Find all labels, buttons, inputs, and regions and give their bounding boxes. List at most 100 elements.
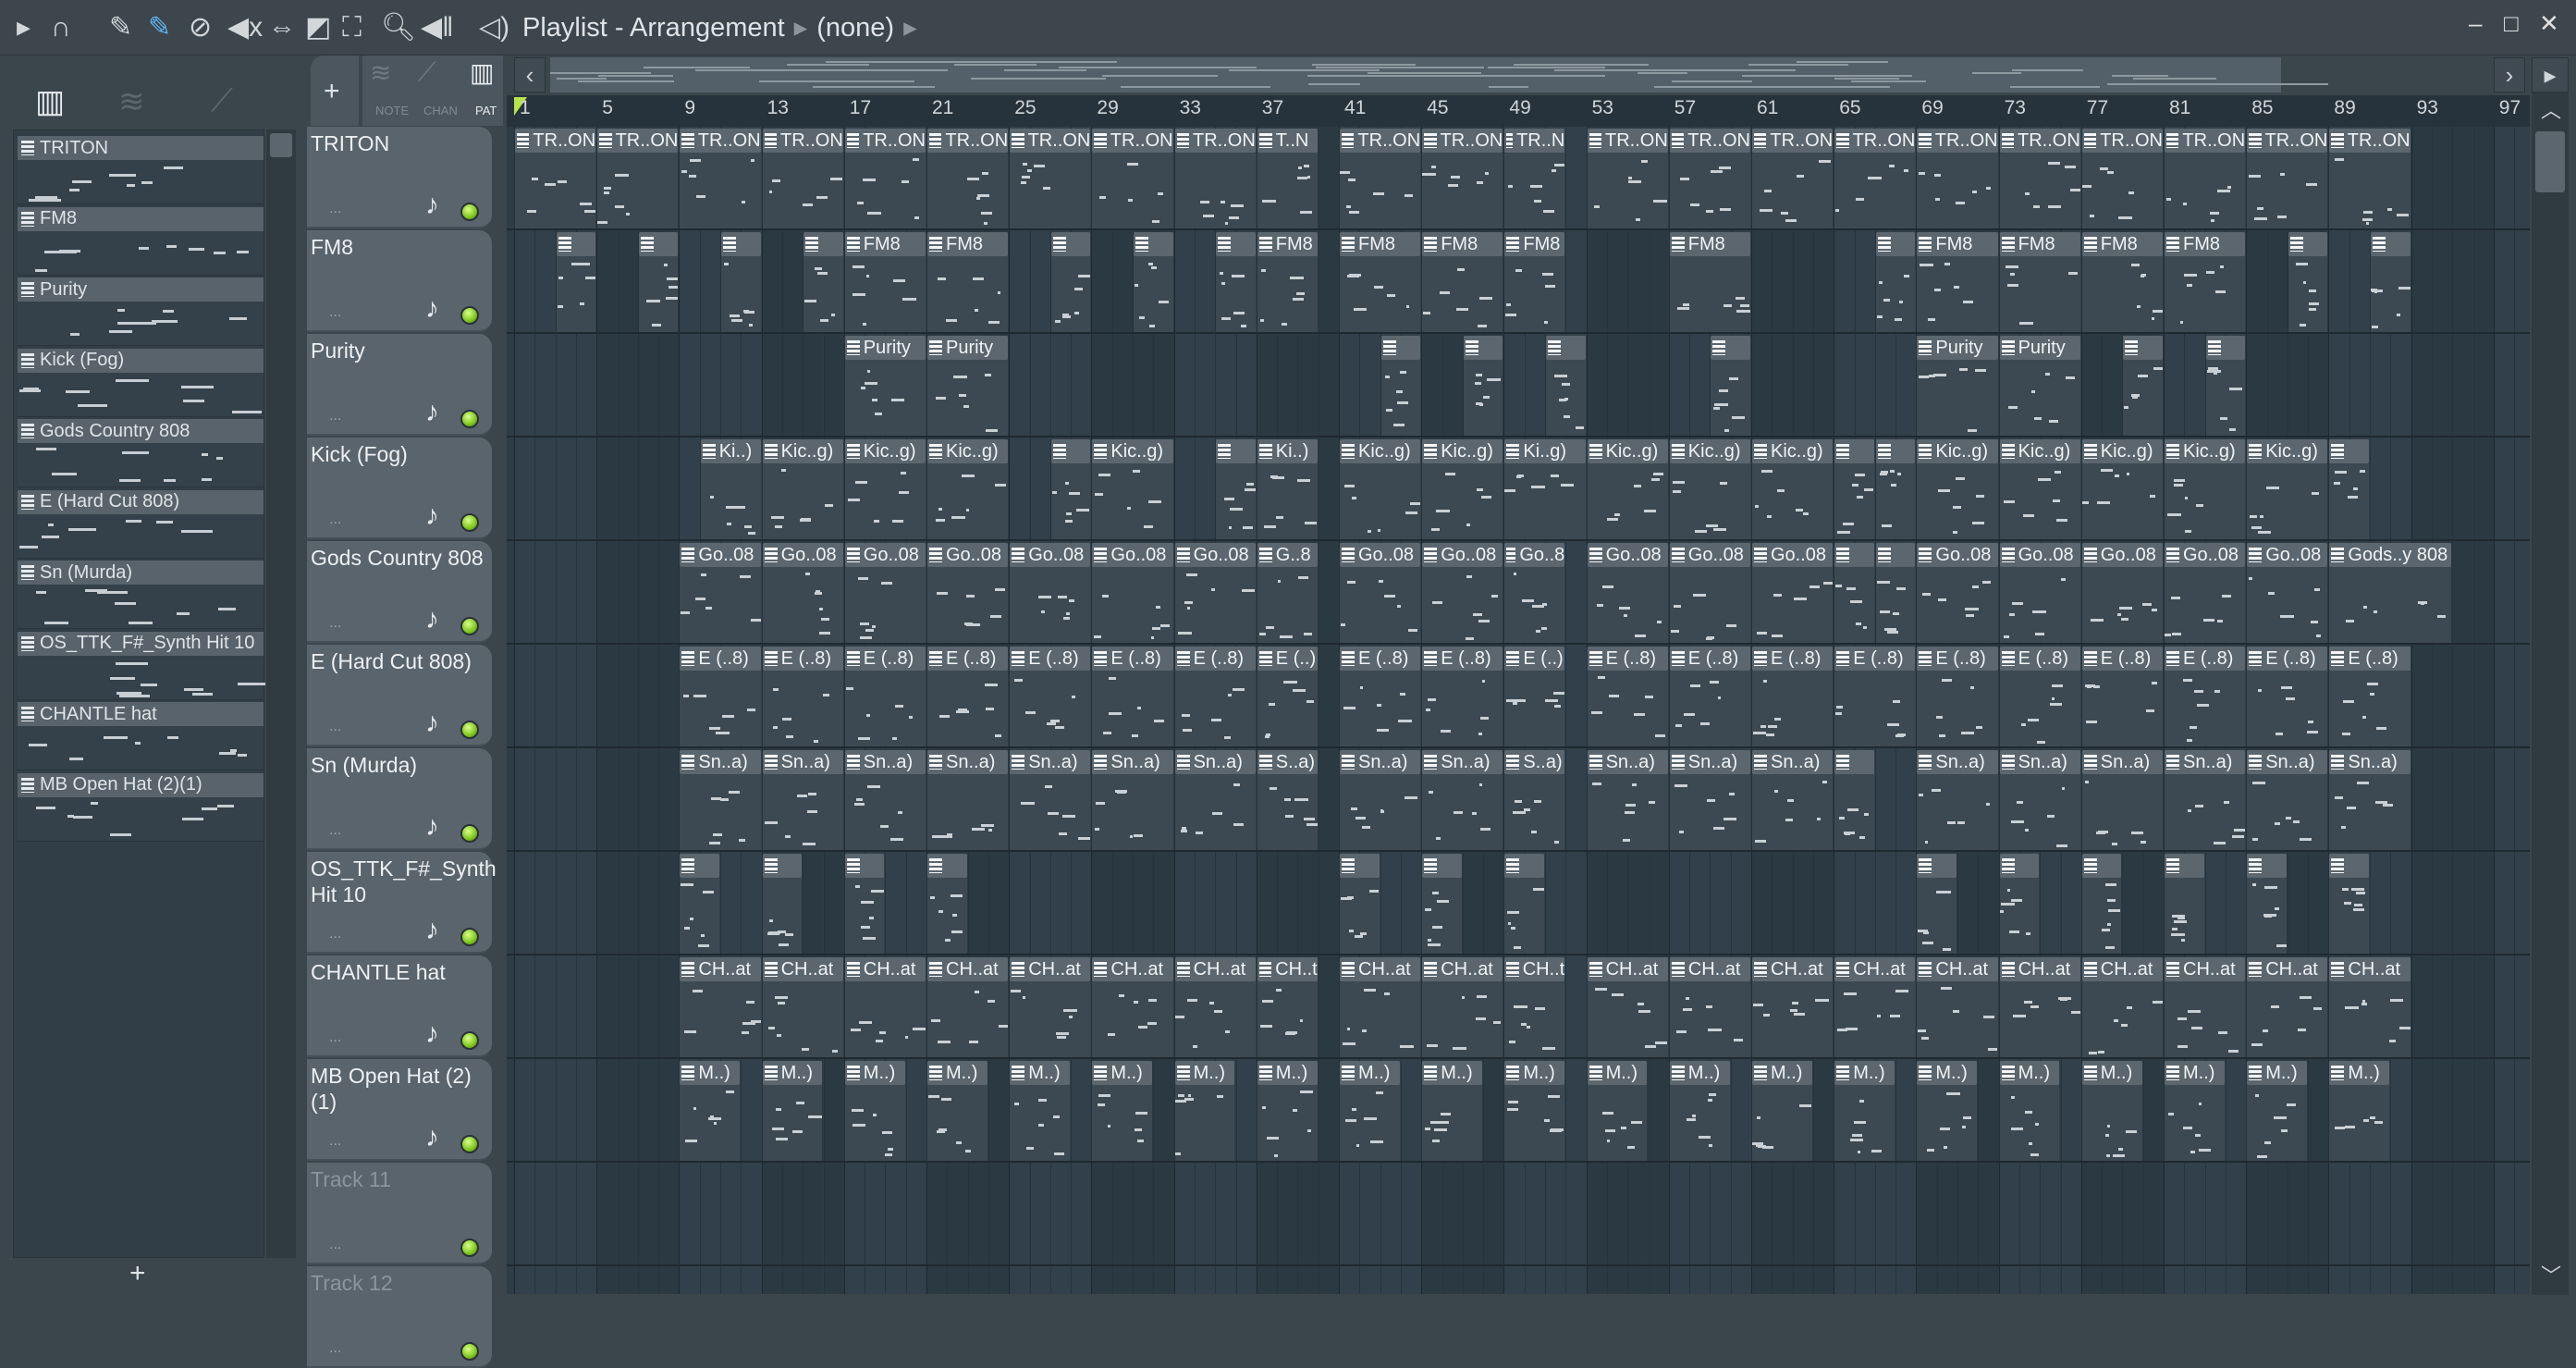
pattern-clip[interactable]: Sn..a) <box>1998 750 2080 850</box>
pattern-clip[interactable] <box>637 232 679 332</box>
pattern-clip[interactable]: Sn..a) <box>1421 750 1503 850</box>
track-header[interactable]: Track 11... <box>307 1163 492 1264</box>
pattern-clip[interactable] <box>2328 439 2369 539</box>
pattern-clip[interactable] <box>761 854 803 954</box>
pattern-clip[interactable] <box>720 232 761 332</box>
pattern-list-item[interactable]: FM8 <box>18 206 264 276</box>
pattern-clip[interactable] <box>2080 854 2122 954</box>
track-mute-led[interactable] <box>460 1239 479 1257</box>
scrollbar-thumb[interactable] <box>2535 131 2565 192</box>
pattern-clip[interactable]: Sn..a) <box>1916 750 1998 850</box>
pattern-clip[interactable]: Sn..a) <box>2164 750 2246 850</box>
pattern-clip[interactable]: E (..8) <box>1916 647 1998 746</box>
pattern-clip[interactable]: TR..ON <box>2080 129 2163 228</box>
pattern-clip[interactable]: M..) <box>1503 1061 1565 1161</box>
pattern-clip[interactable]: TR..ON <box>679 129 761 228</box>
track-mute-led[interactable] <box>460 1031 479 1050</box>
automation-icon[interactable]: ⟋ <box>418 57 436 88</box>
pattern-clip[interactable]: Kic..g) <box>1586 439 1668 539</box>
track-mute-led[interactable] <box>460 306 479 325</box>
pattern-list-item[interactable]: TRITON <box>18 136 264 204</box>
pattern-clip[interactable]: Kic..g) <box>761 439 843 539</box>
magnet-icon[interactable]: ∩ <box>51 11 71 44</box>
paint-icon[interactable]: ✎ <box>148 11 171 44</box>
track-resize-handle[interactable]: ... <box>329 1340 341 1357</box>
track-header[interactable]: Track 12... <box>307 1266 492 1368</box>
pattern-clip[interactable]: Kic..g) <box>843 439 926 539</box>
track-resize-handle[interactable]: ... <box>329 511 341 528</box>
pattern-clip[interactable]: Gods..y 808 <box>2328 543 2452 643</box>
pattern-clip[interactable]: Ki..) <box>1256 439 1318 539</box>
pattern-clip[interactable]: M..) <box>926 1061 987 1161</box>
pattern-clip[interactable]: E (..8) <box>1091 647 1173 746</box>
pattern-clip[interactable]: T..N <box>1256 129 1318 228</box>
pattern-clip[interactable]: G..8 <box>1256 543 1318 643</box>
pattern-clip[interactable]: Purity <box>1998 336 2080 436</box>
pattern-clip[interactable]: CH..at <box>1668 957 1750 1057</box>
pattern-clip[interactable]: CH..at <box>1751 957 1834 1057</box>
pattern-clip[interactable]: TR..ON <box>761 129 843 228</box>
pattern-clip[interactable]: FM8 <box>1916 232 1998 332</box>
pattern-clip[interactable]: Kic..g) <box>1668 439 1750 539</box>
pattern-clip[interactable]: TR..ON <box>1916 129 1998 228</box>
pattern-clip[interactable]: E (..8) <box>761 647 843 746</box>
pattern-clip[interactable]: M..) <box>1916 1061 1978 1161</box>
track-resize-handle[interactable]: ... <box>329 1029 341 1046</box>
pattern-clip[interactable]: E (..8) <box>2080 647 2163 746</box>
pattern-clip[interactable]: Sn..a) <box>1668 750 1750 850</box>
track-resize-handle[interactable]: ... <box>329 304 341 321</box>
slice-icon[interactable]: ◩ <box>305 11 331 44</box>
pattern-clip[interactable]: TR..N <box>1503 129 1565 228</box>
pattern-clip[interactable] <box>555 232 596 332</box>
arrangement-overview[interactable] <box>550 57 2329 92</box>
pattern-clip[interactable]: Sn..a) <box>2328 750 2410 850</box>
pattern-clip[interactable]: TR..ON <box>1586 129 1668 228</box>
pattern-clip[interactable]: Sn..a) <box>679 750 761 850</box>
pattern-clip[interactable]: Go..08 <box>843 543 926 643</box>
maximize-button[interactable]: □ <box>2504 9 2519 38</box>
add-track-tab[interactable]: + <box>311 55 359 126</box>
scroll-right-button[interactable]: › <box>2494 57 2525 92</box>
pattern-clip[interactable]: CH..at <box>2246 957 2328 1057</box>
pattern-clip[interactable] <box>1421 854 1462 954</box>
pattern-clip[interactable]: E (..8) <box>679 647 761 746</box>
pattern-clip[interactable] <box>2164 854 2204 954</box>
track-resize-handle[interactable]: ... <box>329 408 341 425</box>
pattern-clip[interactable] <box>1834 750 1874 850</box>
speaker-icon[interactable]: ◁) <box>479 11 509 44</box>
track-mute-led[interactable] <box>460 617 479 635</box>
piano-icon[interactable]: ▥ <box>470 57 494 88</box>
track-header[interactable]: FM8 ♪... <box>307 230 492 332</box>
pattern-clip[interactable]: E (..8) <box>2328 647 2410 746</box>
add-channel-button[interactable]: + <box>129 1258 146 1289</box>
track-header[interactable]: TRITON ♪... <box>307 127 492 228</box>
pattern-clip[interactable] <box>1545 336 1586 436</box>
pattern-clip[interactable]: Kic..g) <box>1339 439 1421 539</box>
track-resize-handle[interactable]: ... <box>329 615 341 632</box>
track-mute-led[interactable] <box>460 513 479 532</box>
pattern-clip[interactable]: Go..08 <box>1009 543 1091 643</box>
pattern-clip[interactable]: E (..8) <box>926 647 1009 746</box>
playback-icon[interactable]: ◀‖ <box>421 11 453 44</box>
pattern-clip[interactable] <box>1998 854 2040 954</box>
tab-pat[interactable]: PAT <box>475 104 497 117</box>
pattern-clip[interactable]: S..a) <box>1503 750 1565 850</box>
pattern-clip[interactable]: CH..at <box>843 957 926 1057</box>
pattern-clip[interactable]: Go..08 <box>1998 543 2080 643</box>
pattern-list-scrollbar[interactable] <box>266 129 296 1258</box>
pattern-clip[interactable]: E (..8) <box>1009 647 1091 746</box>
pattern-clip[interactable]: M..) <box>843 1061 905 1161</box>
zoom-icon[interactable]: 🔍︎ <box>381 11 416 44</box>
pattern-clip[interactable]: Purity <box>1916 336 1998 436</box>
pattern-clip[interactable]: Sn..a) <box>926 750 1009 850</box>
pattern-clip[interactable]: Kic..g) <box>2080 439 2163 539</box>
pattern-clip[interactable] <box>1834 543 1874 643</box>
track-mute-led[interactable] <box>460 824 479 843</box>
track-header[interactable]: Gods Country 808 ♪... <box>307 541 492 643</box>
pattern-clip[interactable]: FM8 <box>1998 232 2080 332</box>
track-lane[interactable] <box>507 1266 2530 1294</box>
pattern-clip[interactable]: M..) <box>1091 1061 1153 1161</box>
pattern-clip[interactable]: FM8 <box>1421 232 1503 332</box>
pattern-clip[interactable]: E (..8) <box>2164 647 2246 746</box>
track-header[interactable]: MB Open Hat (2)(1) ♪... <box>307 1059 492 1161</box>
